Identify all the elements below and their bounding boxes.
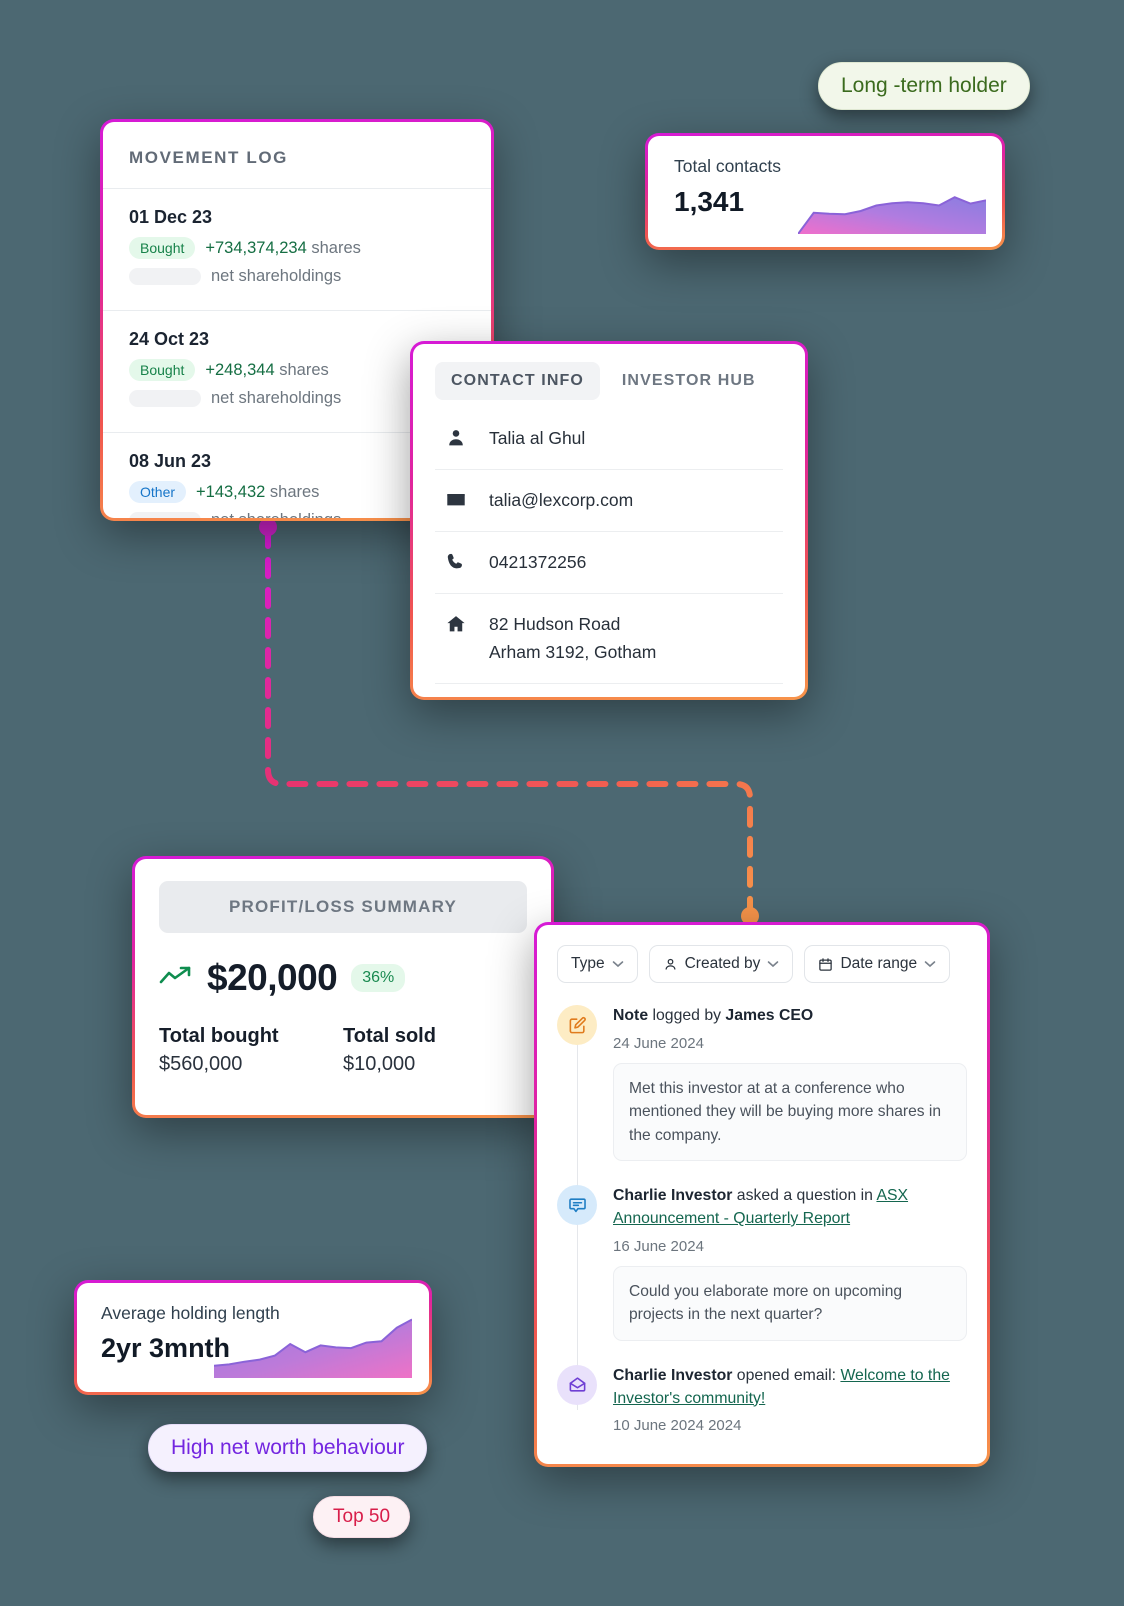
phone-icon [445, 549, 469, 573]
calendar-icon [818, 957, 833, 972]
list-item[interactable]: Charlie Investor asked a question in ASX… [557, 1185, 967, 1341]
movement-log-header: MOVEMENT LOG [103, 122, 491, 189]
filter-date-range[interactable]: Date range [804, 945, 951, 983]
profit-loss-card: PROFIT/LOSS SUMMARY $20,000 36% Total bo… [132, 856, 554, 1118]
event-date: 16 June 2024 [613, 1237, 704, 1255]
event-kind: Note [613, 1007, 649, 1024]
event-connector-text: logged by [648, 1007, 726, 1024]
total-sold-block: Total sold $10,000 [343, 1025, 527, 1076]
dashboard-canvas: MOVEMENT LOG 01 Dec 23 Bought +734,374,2… [0, 0, 1124, 1606]
status-badge-top-50[interactable]: Top 50 [313, 1496, 411, 1538]
event-date: 24 June 2024 [613, 1034, 704, 1052]
list-item[interactable]: Charlie Investor opened email: Welcome t… [557, 1364, 967, 1435]
home-icon [445, 611, 469, 635]
movement-subtext: net shareholdings [211, 267, 342, 285]
total-contacts-label: Total contacts [674, 156, 781, 176]
event-date: 10 June 2024 2024 [613, 1417, 742, 1435]
status-badge: Bought [129, 359, 196, 381]
tab-contact-info[interactable]: CONTACT INFO [435, 362, 600, 400]
skeleton-placeholder [129, 390, 201, 407]
event-title: Note logged by James CEO [613, 1005, 967, 1028]
profit-loss-amount: $20,000 [207, 957, 338, 998]
person-icon [663, 957, 678, 972]
contact-email-value: talia@lexcorp.com [489, 490, 634, 511]
activity-timeline: Note logged by James CEO 24 June 2024 Me… [557, 1005, 967, 1434]
contact-card-tabs: CONTACT INFO INVESTOR HUB [413, 344, 805, 408]
chevron-down-icon [924, 960, 936, 968]
filter-created-by-label: Created by [684, 955, 761, 972]
chevron-down-icon [612, 960, 624, 968]
total-contacts-sparkline [798, 196, 986, 234]
filter-type-label: Type [571, 955, 605, 972]
person-icon [445, 425, 469, 449]
open-envelope-icon [557, 1364, 597, 1405]
event-connector-text: asked a question in [732, 1187, 877, 1205]
movement-subtext: net shareholdings [211, 389, 342, 407]
contact-name-value: Talia al Ghul [489, 428, 586, 448]
contact-row-email[interactable]: talia@lexcorp.com [435, 470, 783, 533]
total-sold-label: Total sold [343, 1025, 436, 1047]
movement-amount: +734,374,234 shares [205, 238, 361, 257]
total-sold-value: $10,000 [343, 1053, 416, 1075]
trend-up-icon [159, 965, 193, 992]
chat-bubble-icon [557, 1185, 597, 1226]
skeleton-placeholder [129, 268, 201, 285]
skeleton-placeholder [129, 512, 201, 518]
filter-created-by[interactable]: Created by [648, 945, 794, 983]
note-edit-icon [557, 1005, 597, 1045]
table-row[interactable]: 01 Dec 23 Bought +734,374,234 shares net… [103, 189, 491, 311]
event-actor: James CEO [725, 1007, 814, 1024]
total-bought-block: Total bought $560,000 [159, 1025, 343, 1076]
total-bought-value: $560,000 [159, 1053, 243, 1075]
status-badge-long-term-holder[interactable]: Long -term holder [818, 62, 1030, 110]
contact-row-address[interactable]: 82 Hudson Road Arham 3192, Gotham [435, 594, 783, 684]
tab-investor-hub[interactable]: INVESTOR HUB [606, 362, 772, 400]
event-connector-text: opened email: [732, 1366, 841, 1384]
status-badge: Bought [129, 237, 196, 259]
activity-filter-bar: Type Created by Date range [557, 945, 967, 983]
movement-amount: +143,432 shares [196, 482, 320, 501]
total-bought-label: Total bought [159, 1025, 279, 1047]
movement-subtext: net shareholdings [211, 511, 341, 518]
contact-row-phone[interactable]: 0421372256 [435, 532, 783, 595]
list-item[interactable]: Note logged by James CEO 24 June 2024 Me… [557, 1005, 967, 1162]
filter-date-range-label: Date range [840, 955, 918, 972]
event-quote: Met this investor at at a conference who… [613, 1062, 967, 1162]
contact-phone-value: 0421372256 [489, 552, 587, 573]
envelope-icon [445, 487, 469, 511]
profit-loss-title: PROFIT/LOSS SUMMARY [159, 881, 527, 933]
status-badge-high-net-worth[interactable]: High net worth behaviour [148, 1424, 428, 1472]
activity-feed-card: Type Created by Date range Note logged b… [534, 922, 990, 1467]
event-quote: Could you elaborate more on upcoming pro… [613, 1265, 967, 1341]
average-holding-sparkline [214, 1318, 412, 1378]
contact-address-value: 82 Hudson Road Arham 3192, Gotham [489, 611, 656, 665]
event-title: Charlie Investor asked a question in ASX… [613, 1185, 967, 1231]
contact-row-name[interactable]: Talia al Ghul [435, 408, 783, 471]
movement-log-title: MOVEMENT LOG [129, 148, 288, 167]
profit-loss-percent: 36% [351, 964, 406, 992]
event-actor: Charlie Investor [613, 1187, 733, 1205]
status-badge: Other [129, 481, 187, 503]
total-contacts-card: Total contacts 1,341 [645, 133, 1005, 250]
address-line-2: Arham 3192, Gotham [489, 641, 657, 662]
chevron-down-icon [767, 960, 779, 968]
address-line-1: 82 Hudson Road [489, 614, 621, 635]
average-holding-card: Average holding length 2yr 3mnth [74, 1280, 432, 1395]
movement-amount: +248,344 shares [205, 360, 329, 379]
contact-info-card: CONTACT INFO INVESTOR HUB Talia al Ghul … [410, 341, 808, 700]
event-title: Charlie Investor opened email: Welcome t… [613, 1365, 967, 1411]
event-actor: Charlie Investor [613, 1366, 733, 1384]
movement-date: 01 Dec 23 [129, 207, 213, 227]
filter-type[interactable]: Type [557, 945, 638, 983]
